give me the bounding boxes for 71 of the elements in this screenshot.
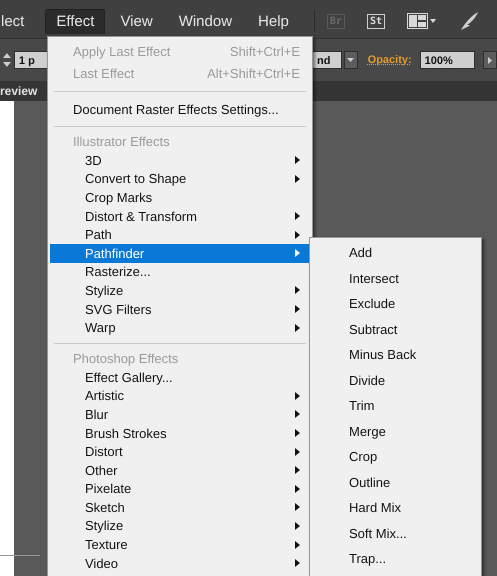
menu-item[interactable]: Hard Mix [310, 495, 481, 520]
opacity-label[interactable]: Opacity: [368, 54, 412, 66]
menu-item[interactable]: Distort & Transform [50, 206, 310, 226]
menu-item[interactable]: Trap... [310, 546, 481, 572]
submenu-arrow-icon [295, 249, 300, 258]
menu-item[interactable]: Crop [310, 444, 481, 470]
menu-item[interactable]: Intersect [310, 266, 481, 291]
menu-item[interactable]: Stylize [50, 281, 310, 300]
menu-item[interactable]: Path [50, 225, 310, 244]
blend-field[interactable]: nd [312, 51, 342, 69]
submenu-arrow-icon [295, 503, 300, 512]
app-badge[interactable]: St [366, 14, 385, 28]
menu-item[interactable]: Divide [310, 368, 481, 393]
caret-icon [488, 56, 492, 64]
submenu-arrow-icon [295, 484, 300, 493]
opacity-field[interactable]: 100% [420, 51, 476, 69]
menu-item[interactable]: Document Raster Effects Settings... [50, 98, 310, 120]
menu-item[interactable]: Distort [50, 442, 310, 461]
submenu-arrow-icon [295, 324, 300, 332]
menu-item[interactable]: Add [310, 240, 481, 266]
menu-item[interactable]: Trim [310, 393, 481, 418]
menu-item[interactable]: Pathfinder [50, 244, 310, 263]
menu-item[interactable]: Outline [310, 470, 481, 495]
menu-item[interactable]: Blur [50, 405, 310, 424]
layout-icon[interactable] [407, 13, 437, 29]
menu-item[interactable]: Effect Gallery... [50, 368, 310, 387]
menu-item[interactable]: Exclude [310, 291, 481, 316]
menu-item[interactable]: Subtract [310, 316, 481, 342]
submenu-arrow-icon [295, 230, 300, 239]
menu-item[interactable]: Artistic [50, 386, 310, 406]
caret-icon [347, 58, 354, 62]
submenu-arrow-icon [295, 174, 300, 183]
submenu-arrow-icon [295, 410, 300, 418]
submenu-arrow-icon [295, 540, 300, 549]
submenu-arrow-icon [295, 448, 300, 456]
menu-title[interactable]: Help [247, 8, 300, 34]
menu-item[interactable]: Other [50, 460, 310, 480]
menu-item[interactable]: Crop Marks [50, 188, 310, 207]
menu-item[interactable]: Soft Mix... [310, 520, 481, 546]
section-header: Photoshop Effects [72, 350, 180, 368]
feather-icon[interactable] [459, 11, 479, 31]
submenu-arrow-icon [295, 156, 300, 164]
menu-item[interactable]: Merge [310, 418, 481, 444]
submenu-arrow-icon [295, 212, 300, 220]
menu-item[interactable]: Video [50, 554, 310, 572]
expand-button[interactable] [483, 51, 497, 69]
menu-item[interactable]: Texture [50, 535, 310, 554]
submenu-arrow-icon [295, 466, 300, 474]
menu-item[interactable]: Stylize [50, 516, 310, 536]
section-header: Illustrator Effects [72, 133, 171, 151]
menu-item[interactable]: 3D [50, 151, 310, 170]
menu-item[interactable]: Minus Back [310, 342, 481, 368]
submenu-arrow-icon [295, 305, 300, 314]
menu-item[interactable]: Pixelate [50, 480, 310, 498]
menu-item[interactable]: SVG Filters [50, 300, 310, 318]
submenu-arrow-icon [295, 392, 300, 400]
menu-title[interactable]: View [109, 8, 164, 34]
menu-title[interactable]: Effect [45, 8, 106, 34]
submenu-arrow-icon [295, 522, 300, 530]
panel-tab[interactable]: review [0, 84, 38, 98]
menu-item[interactable]: Brush Strokes [50, 424, 310, 442]
menu-title[interactable]: Window [168, 8, 244, 34]
submenu-arrow-icon [295, 286, 300, 294]
menu-title[interactable]: lect [0, 8, 36, 34]
menu-item[interactable]: Rasterize... [50, 262, 310, 282]
menu-item[interactable]: Sketch [50, 498, 310, 517]
menu-item[interactable]: Convert to Shape [50, 170, 310, 188]
menu-item[interactable]: Warp [50, 318, 310, 337]
submenu-arrow-icon [295, 429, 300, 438]
submenu-arrow-icon [295, 559, 300, 568]
dropdown-button[interactable] [344, 51, 358, 69]
